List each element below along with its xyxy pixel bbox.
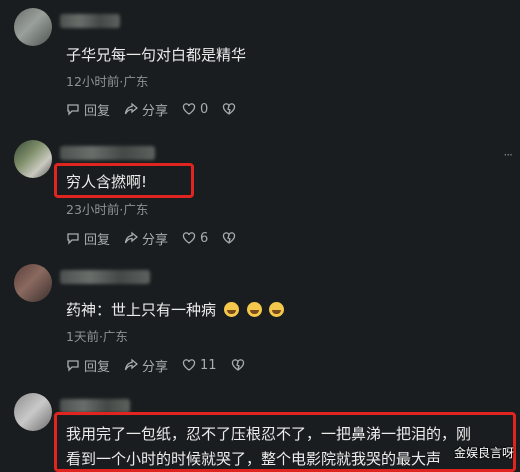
like-button[interactable]: 11 [182,358,217,373]
comment-meta: 23小时前·广东 [66,202,149,217]
share-button[interactable]: 分享 [124,356,168,375]
reply-icon [67,233,79,245]
avatar[interactable] [14,393,52,431]
more-options-icon[interactable]: ··· [504,148,514,162]
crying-emoji-icon [269,302,285,317]
reply-button[interactable]: 回复 [66,229,110,248]
comment-actions: 回复 分享 6 [66,228,254,248]
like-count: 0 [200,101,209,117]
avatar[interactable] [14,140,52,178]
reply-label: 回复 [84,232,111,248]
comment-text: 子华兄每一句对白都是精华 [66,46,247,64]
comment-meta: 1天前·广东 [66,329,128,344]
dislike-button[interactable] [222,102,240,116]
share-icon [124,358,139,371]
crying-emoji-icon [223,302,239,317]
broken-heart-icon [223,232,236,244]
username-blurred[interactable] [60,14,120,28]
username-blurred[interactable] [60,270,150,284]
watermark: 金娱良言呀 [453,446,514,460]
broken-heart-icon [231,359,244,371]
heart-icon [182,359,196,371]
reply-button[interactable]: 回复 [66,100,110,119]
comment-text: 药神：世上只有一种病 [66,299,285,320]
comment-text: 我用完了一包纸，忍不了压根忍不了，一把鼻涕一把泪的，刚 看到一个小时的时候就哭了… [66,422,506,472]
heart-icon [182,232,196,244]
share-label: 分享 [142,232,169,248]
comment-actions: 回复 分享 0 [66,99,254,119]
avatar[interactable] [14,264,52,302]
share-icon [124,231,139,244]
reply-label: 回复 [84,359,111,375]
broken-heart-icon [223,103,236,115]
share-button[interactable]: 分享 [124,229,168,248]
share-icon [124,102,139,115]
username-blurred[interactable] [60,399,130,413]
comment-actions: 回复 分享 11 [66,355,263,375]
like-count: 11 [200,357,217,373]
share-button[interactable]: 分享 [124,100,168,119]
avatar[interactable] [14,8,52,46]
comment-text-content: 药神：世上只有一种病 [66,301,217,319]
like-button[interactable]: 6 [182,231,208,246]
like-count: 6 [200,230,209,246]
dislike-button[interactable] [231,358,249,372]
heart-icon [182,103,196,115]
reply-button[interactable]: 回复 [66,356,110,375]
comment-meta: 12小时前·广东 [66,74,149,89]
comment-text: 穷人含撚啊! [66,173,148,191]
username-blurred[interactable] [60,146,155,160]
comment-text-line-2: 看到一个小时的时候就哭了，整个电影院就我哭的最大声 [66,450,442,468]
dislike-button[interactable] [222,231,240,245]
like-button[interactable]: 0 [182,102,208,117]
share-label: 分享 [142,103,169,119]
reply-icon [67,104,79,116]
crying-emoji-icon [246,302,262,317]
reply-icon [67,360,79,372]
share-label: 分享 [142,359,169,375]
comment-text-line-1: 我用完了一包纸，忍不了压根忍不了，一把鼻涕一把泪的，刚 [66,425,472,443]
reply-label: 回复 [84,103,111,119]
